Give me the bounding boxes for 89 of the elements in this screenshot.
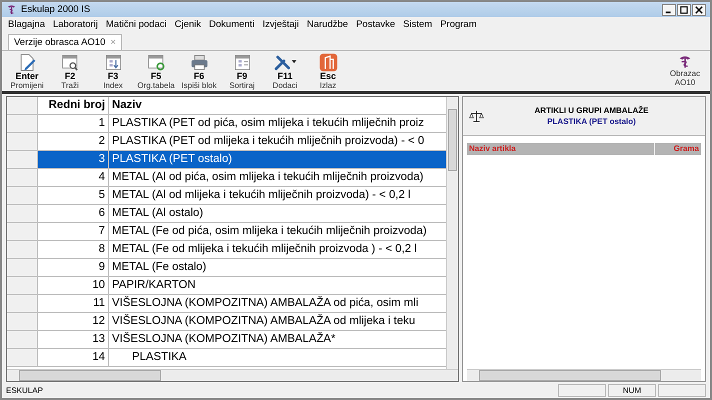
table-row[interactable]: 7 METAL (Fe od pića, osim mlijeka i tekućih mliječnih proizvoda) — [7, 223, 446, 241]
table-row[interactable]: 5 METAL (Al od mlijeka i tekućih mliječnih proizvoda) - < 0,2 l — [7, 187, 446, 205]
status-pane — [658, 384, 706, 397]
menu-item[interactable]: Dokumenti — [205, 19, 258, 30]
table-row[interactable]: 10 PAPIR/KARTON — [7, 277, 446, 295]
table-cell-text: METAL (Al ostalo) — [111, 206, 204, 221]
menu-item[interactable]: Narudžbe — [302, 19, 352, 30]
table-cell-text: VIŠESLOJNA (KOMPOZITNA) AMBALAŽA od pića, osim mli — [111, 295, 420, 311]
toolbar-button[interactable]: F2 Traži — [49, 53, 91, 91]
caduceus-icon — [6, 4, 17, 15]
table-cell: 2 — [38, 133, 109, 150]
minimize-button[interactable] — [662, 4, 676, 16]
table-refresh-icon — [146, 53, 166, 72]
table-cell-text: METAL (Al od pića, osim mlijeka i tekućih mliječnih proizvoda) — [111, 170, 424, 185]
table-cell: 13 — [38, 331, 109, 348]
column-header[interactable]: Naziv — [109, 97, 446, 114]
table-cell: 4 — [38, 169, 109, 186]
table-row[interactable]: 3 PLASTIKA (PET ostalo) — [7, 151, 446, 169]
window-title: Eskulap 2000 IS — [21, 4, 90, 15]
table-row[interactable]: 2 PLASTIKA (PET od mlijeka i tekućih mliječnih proizvoda) - < 0 — [7, 133, 446, 151]
table-cell: 12 — [38, 313, 109, 330]
menu-item[interactable]: Sistem — [399, 19, 436, 30]
table-row[interactable]: 11 VIŠESLOJNA (KOMPOZITNA) AMBALAŽA od pića, osim mli — [7, 295, 446, 313]
menu-item[interactable]: Program — [436, 19, 481, 30]
num-lock-indicator: NUM — [608, 384, 656, 397]
close-icon — [695, 6, 703, 14]
toolbar-button[interactable]: F3 Index — [92, 53, 134, 91]
table-cell-text: PLASTIKA (PET od mlijeka i tekućih mliječnih proizvoda) - < 0 — [111, 134, 426, 149]
table-cell-text: METAL (Al od mlijeka i tekućih mliječnih proizvoda) - < 0,2 l — [111, 188, 412, 203]
table-cell: 11 — [38, 295, 109, 312]
table-cell-text: VIŠESLOJNA (KOMPOZITNA) AMBALAŽA* — [111, 331, 336, 347]
menu-item[interactable]: Postavke — [352, 19, 400, 30]
table-cell-text: PLASTIKA (PET od pića, osim mlijeka i tekućih mliječnih proiz — [111, 116, 425, 131]
printer-icon — [190, 53, 208, 72]
tab-label: Verzije obrasca AO10 — [14, 37, 106, 48]
form-button[interactable]: Obrazac AO10 — [665, 53, 705, 91]
table-row[interactable]: 13 VIŠESLOJNA (KOMPOZITNA) AMBALAŽA* — [7, 331, 446, 349]
table-row[interactable]: 8 METAL (Fe od mlijeka i tekućih mliječnih proizvoda ) - < 0,2 l — [7, 241, 446, 259]
table-cell-text: VIŠESLOJNA (KOMPOZITNA) AMBALAŽA od mlijeka i teku — [111, 313, 416, 329]
table-row[interactable]: 9 METAL (Fe ostalo) — [7, 259, 446, 277]
table-cell: 7 — [38, 223, 109, 240]
menu-item[interactable]: Matični podaci — [102, 19, 171, 30]
vertical-scrollbar[interactable] — [446, 97, 458, 369]
status-pane — [558, 384, 606, 397]
scale-icon — [469, 108, 484, 124]
table-cell: 8 — [38, 241, 109, 258]
panel-subtitle: PLASTIKA (PET ostalo) — [547, 117, 636, 126]
column-header[interactable]: Redni broj — [38, 97, 109, 114]
exit-icon — [318, 53, 338, 72]
table-cell-text: METAL (Fe od pića, osim mlijeka i tekućih mliječnih proizvoda) — [111, 224, 428, 239]
wrench-dropdown-icon — [272, 53, 298, 72]
table-cell: 14 — [38, 349, 109, 366]
table-cell: 6 — [38, 205, 109, 222]
table-cell-text: METAL (Fe ostalo) — [111, 260, 208, 275]
toolbar-button[interactable]: Esc Izlaz — [307, 53, 349, 91]
table-cell: 9 — [38, 259, 109, 276]
table-cell-text: PLASTIKA — [131, 350, 188, 365]
table-row[interactable]: 1 PLASTIKA (PET od pića, osim mlijeka i tekućih mliječnih proiz — [7, 115, 446, 133]
maximize-icon — [680, 6, 688, 14]
table-cell: PLASTIKA (PET ostalo) — [109, 151, 446, 168]
toolbar-button[interactable]: F9 Sortiraj — [221, 53, 263, 91]
table-row[interactable]: 6 METAL (Al ostalo) — [7, 205, 446, 223]
table-cell-text: METAL (Fe od mlijeka i tekućih mliječnih proizvoda ) - < 0,2 l — [111, 242, 418, 257]
table-cell: 10 — [38, 277, 109, 294]
horizontal-scrollbar[interactable] — [467, 369, 701, 381]
table-cell: 3 — [38, 151, 109, 168]
close-button[interactable] — [692, 4, 706, 16]
table-cell-text: PAPIR/KARTON — [111, 278, 197, 293]
table-row[interactable]: 14 PLASTIKA — [7, 349, 446, 367]
toolbar-button[interactable]: F5 Org.tabela — [135, 53, 177, 91]
table-cell: 5 — [38, 187, 109, 204]
tab[interactable]: Verzije obrasca AO10 × — [8, 34, 122, 50]
table-row[interactable]: 4 METAL (Al od pića, osim mlijeka i tekućih mliječnih proizvoda) — [7, 169, 446, 187]
toolbar-button[interactable]: F6 Ispiši blok — [178, 53, 220, 91]
sort-table-icon — [104, 53, 122, 72]
table-row[interactable]: 12 VIŠESLOJNA (KOMPOZITNA) AMBALAŽA od mlijeka i teku — [7, 313, 446, 331]
menu-item[interactable]: Blagajna — [4, 19, 49, 30]
toolbar-button[interactable]: Enter Promijeni — [6, 53, 48, 91]
maximize-button[interactable] — [677, 4, 691, 16]
sort-table-icon — [232, 53, 252, 72]
menu-item[interactable]: Izvještaji — [258, 19, 303, 30]
toolbar-button[interactable]: F11 Dodaci — [264, 53, 306, 91]
menu-item[interactable]: Cjenik — [170, 19, 206, 30]
status-text: ESKULAP — [6, 386, 43, 395]
table-search-icon — [60, 53, 80, 72]
table-cell: 1 — [38, 115, 109, 132]
horizontal-scrollbar[interactable] — [7, 369, 458, 381]
menu-item[interactable]: Laboratorij — [48, 19, 102, 30]
panel-title: ARTIKLI U GRUPI AMBALAŽE — [534, 106, 648, 115]
